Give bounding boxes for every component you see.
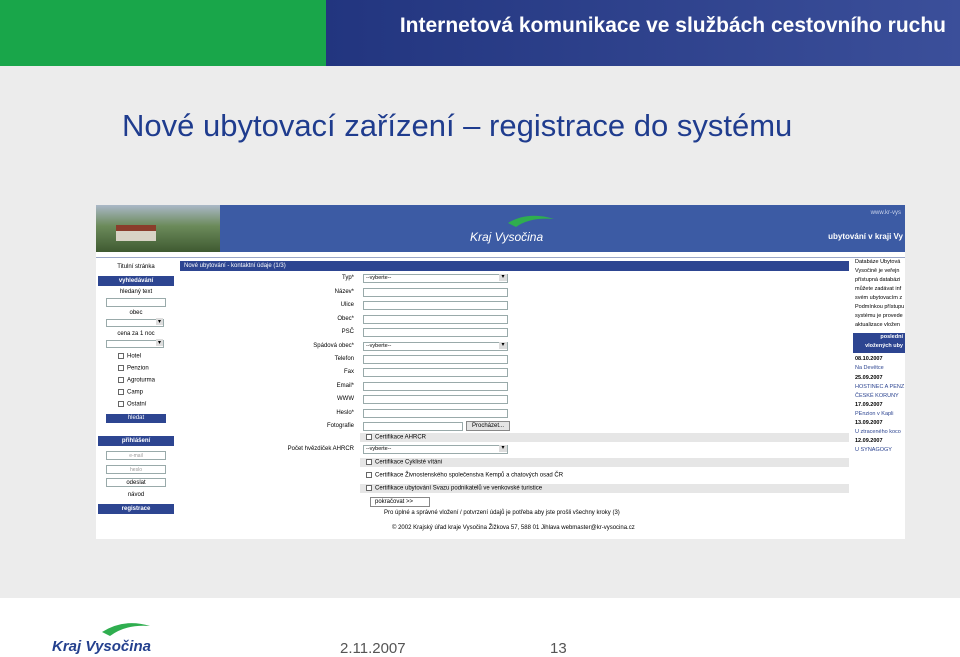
slide-title: Nové ubytovací zařízení – registrace do … [122,108,793,143]
continue-button[interactable]: pokračovat >> [370,497,430,507]
cert-rural-checkbox[interactable]: Certifikace ubytování Svazu podnikatelů … [366,485,542,492]
search-text-label: hledaný text [119,289,153,295]
field-label: Spádová obec* [313,343,354,349]
type-penzion-checkbox[interactable]: Penzion [118,365,149,372]
website-screenshot: Kraj Vysočina www.kr-vys ubytování v kra… [96,205,905,539]
right-nav: Databáze Ubytová Vysočině je veřejn přís… [853,258,905,518]
stars-select[interactable]: --vyberte-- [363,445,508,454]
login-header: přihlášení [98,436,174,446]
site-banner: Kraj Vysočina www.kr-vys ubytování v kra… [96,205,905,252]
search-input[interactable] [106,298,166,307]
banner-photo [96,205,220,252]
latest-entry[interactable]: 08.10.2007 Na Devětce [855,355,905,373]
stars-label: Počet hvězdiček AHRCR [287,446,354,452]
fax-field[interactable] [363,368,508,377]
login-send-button[interactable]: odeslat [106,478,166,487]
type-select[interactable]: --vyberte-- [363,274,508,283]
ahrcr-checkbox[interactable]: Certifikace AHRCR [366,434,426,441]
form-heading: Nové ubytování - kontaktní údaje (1/3) [180,261,849,271]
help-link[interactable]: návod [98,492,174,498]
type-camp-checkbox[interactable]: Camp [118,389,143,396]
info-text: Databáze Ubytová Vysočině je veřejn přís… [855,259,905,328]
kraj-vysocina-logo: Kraj Vysočina [470,215,554,244]
page-number: 13 [550,640,567,657]
photo-label: Fotografie [326,423,354,429]
price-select[interactable] [106,339,164,348]
latest-entry[interactable]: 12.09.2007 U SYNAGOGY [855,437,905,455]
site-url: www.kr-vys [870,210,901,216]
slide-header: Internetová komunikace ve službách cesto… [0,0,960,66]
nav-home-link[interactable]: Titulní stránka [98,264,174,270]
type-agroturma-checkbox[interactable]: Agroturma [118,377,155,384]
site-logo-text: Kraj Vysočina [470,230,543,244]
form-note: Pro úplné a správné vložení / potvrzení … [384,510,620,516]
district-select[interactable]: --vyberte-- [363,342,508,351]
latest-entry[interactable]: 17.09.2007 PEnzion v Kapli [855,401,905,419]
cert-cyclists-checkbox[interactable]: Certifikace Cyklisté vítáni [366,459,442,466]
field-label: PSČ [341,329,354,335]
latest-entry[interactable]: 25.09.2007 HOSTINEC A PENZ ČESKÉ KORUNY [855,374,905,401]
field-label: Typ* [341,275,354,281]
latest-header: poslední vložených uby [853,333,905,353]
zip-field[interactable] [363,328,508,337]
login-email-input[interactable]: e-mail [106,451,166,460]
type-other-checkbox[interactable]: Ostatní [118,401,146,408]
cert-camps-checkbox[interactable]: Certifikace Živnostenského společenstva … [366,472,563,479]
city-select[interactable] [106,318,164,327]
register-link[interactable]: registrace [98,504,174,514]
search-button[interactable]: hledat [106,414,166,423]
banner-strip [96,252,905,258]
footer-logo-text: Kraj Vysočina [52,638,151,655]
password-field[interactable] [363,409,508,418]
field-label: Fax [343,369,354,375]
city-field[interactable] [363,315,508,324]
field-label: Ulice [340,302,354,308]
latest-entry[interactable]: 13.09.2007 U ztraceného koco [855,419,905,437]
registration-form: Nové ubytování - kontaktní údaje (1/3) T… [180,261,849,531]
field-label: Heslo* [336,410,354,416]
form-row-bg [360,433,849,442]
header-title: Internetová komunikace ve službách cesto… [399,14,946,37]
house-image [116,225,156,241]
field-label: Název* [334,289,354,295]
phone-field[interactable] [363,355,508,364]
photo-file-field[interactable] [363,422,463,431]
site-copyright: © 2002 Krajský úřad kraje Vysočina Žižko… [392,525,635,531]
city-label: obec [129,310,143,316]
field-label: Obec* [337,316,354,322]
price-label: cena za 1 noc [117,331,155,337]
login-password-input[interactable]: heslo [106,465,166,474]
left-nav: Titulní stránka vyhledávání hledaný text… [96,258,176,518]
field-label: Telefon [334,356,354,362]
type-hotel-checkbox[interactable]: Hotel [118,353,141,360]
street-field[interactable] [363,301,508,310]
field-label: Email* [336,383,354,389]
search-header: vyhledávání [98,276,174,286]
footer-logo: Kraj Vysočina [52,623,151,655]
email-field[interactable] [363,382,508,391]
field-label: WWW [337,396,354,402]
footer-date: 2.11.2007 [340,640,406,657]
www-field[interactable] [363,395,508,404]
header-green-block [0,0,326,66]
browse-button[interactable]: Procházet... [466,421,510,431]
site-header-title: ubytování v kraji Vy [828,232,903,241]
name-field[interactable] [363,288,508,297]
